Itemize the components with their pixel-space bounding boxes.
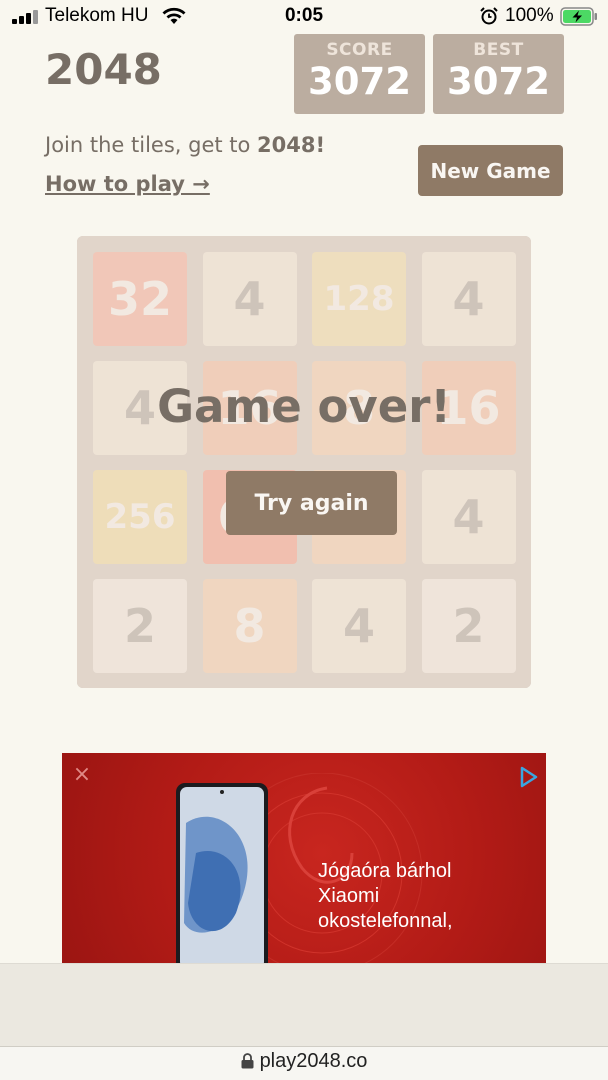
intro-text: Join the tiles, get to 2048! <box>45 133 325 157</box>
score-value: 3072 <box>308 60 411 103</box>
smartphone-image <box>176 783 268 965</box>
lock-icon <box>241 1053 254 1069</box>
ad-text-line: Jógaóra bárhol <box>318 860 452 882</box>
url-text: play2048.co <box>259 1050 368 1072</box>
alarm-icon <box>480 7 498 25</box>
game-over-message: Game over! <box>157 380 451 433</box>
score-label: SCORE <box>326 40 393 60</box>
how-to-play-link[interactable]: How to play → <box>45 172 210 196</box>
score-box: SCORE 3072 <box>294 34 425 114</box>
ad-text-line: okostelefonnal, <box>318 910 453 932</box>
battery-percentage: 100% <box>505 5 554 26</box>
ad-banner[interactable]: × Jógaóra bárhol Xiaomi okostelefonnal, <box>62 753 546 965</box>
intro-goal: 2048! <box>257 133 326 157</box>
new-game-button[interactable]: New Game <box>418 145 563 196</box>
url-display[interactable]: play2048.co <box>0 1050 608 1073</box>
ad-close-icon[interactable]: × <box>72 764 92 786</box>
best-label: BEST <box>473 40 524 60</box>
ad-text: Jógaóra bárhol Xiaomi okostelefonnal, <box>318 859 453 934</box>
game-logo: 2048 <box>45 45 162 94</box>
battery-charging-icon <box>560 7 597 26</box>
ad-text-line: Xiaomi <box>318 885 380 907</box>
ad-choices-icon[interactable] <box>516 765 540 789</box>
game-over-overlay <box>77 236 531 688</box>
try-again-button[interactable]: Try again <box>226 471 397 535</box>
intro-prefix: Join the tiles, get to <box>45 133 258 157</box>
best-value: 3072 <box>447 60 550 103</box>
best-score-box: BEST 3072 <box>433 34 564 114</box>
status-bar: Telekom HU 0:05 100% <box>0 0 608 34</box>
